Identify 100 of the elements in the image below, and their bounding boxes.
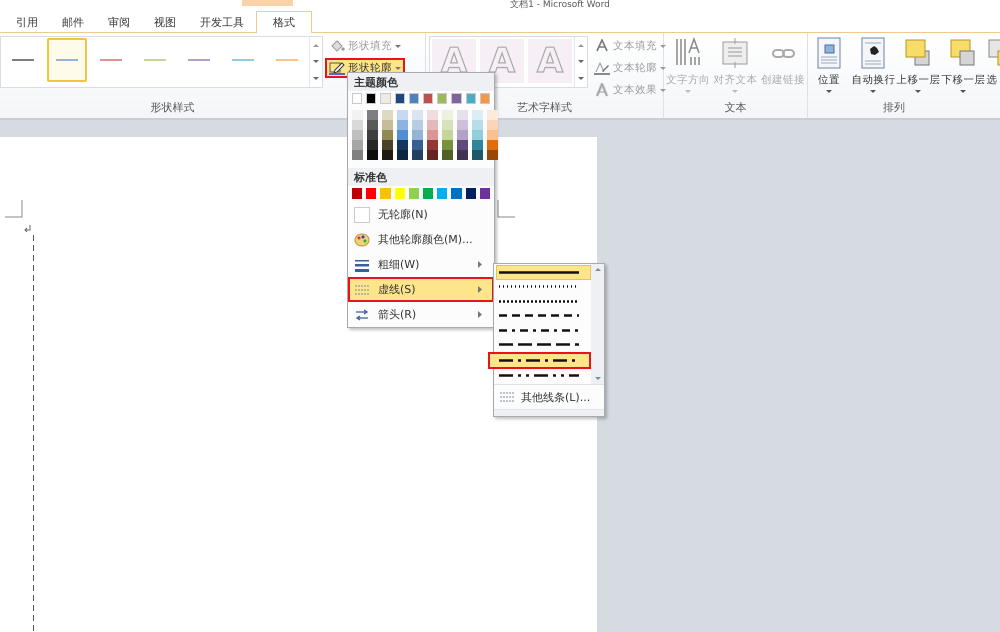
color-swatch[interactable] (472, 120, 483, 130)
color-swatch[interactable] (380, 188, 391, 199)
color-swatch[interactable] (442, 130, 453, 140)
color-swatch[interactable] (366, 93, 376, 104)
color-swatch[interactable] (466, 188, 476, 199)
ribbon-tab[interactable]: 视图 (142, 12, 188, 32)
color-swatch[interactable] (451, 93, 462, 104)
more-icon[interactable] (313, 77, 319, 80)
color-swatch[interactable] (367, 120, 378, 130)
ribbon-tab[interactable]: 格式 (256, 11, 312, 33)
scrollbar[interactable] (591, 264, 604, 384)
color-swatch[interactable] (472, 150, 483, 160)
color-swatch[interactable] (457, 140, 468, 150)
color-swatch[interactable] (487, 120, 498, 130)
color-swatch[interactable] (408, 188, 420, 199)
color-swatch[interactable] (408, 93, 420, 104)
dash-pattern-icon (499, 328, 579, 332)
more-icon[interactable] (578, 77, 584, 80)
color-swatch[interactable] (472, 130, 483, 140)
dash-style-option[interactable] (488, 352, 591, 368)
dash-style-option[interactable] (496, 265, 591, 280)
color-swatch[interactable] (352, 130, 363, 140)
color-swatch[interactable] (457, 120, 468, 130)
color-swatch[interactable] (442, 120, 453, 130)
color-swatch[interactable] (382, 140, 393, 150)
color-swatch[interactable] (382, 120, 393, 130)
resize-grip[interactable] (494, 409, 604, 416)
color-swatch[interactable] (412, 140, 423, 150)
color-swatch[interactable] (412, 150, 423, 160)
color-swatch[interactable] (397, 110, 408, 120)
color-swatch[interactable] (457, 110, 468, 120)
color-swatch[interactable] (397, 150, 408, 160)
color-swatch[interactable] (427, 130, 438, 140)
ribbon-tab[interactable]: 开发工具 (188, 12, 256, 32)
color-swatch[interactable] (394, 93, 405, 104)
scroll-down-icon[interactable] (313, 60, 319, 64)
scroll-up-icon[interactable] (578, 44, 584, 47)
color-swatch[interactable] (412, 120, 423, 130)
color-swatch[interactable] (352, 120, 363, 130)
pane-button[interactable]: 选 (986, 36, 1000, 87)
position-button[interactable]: 位置 (808, 36, 850, 93)
color-swatch[interactable] (466, 93, 476, 104)
menu-item[interactable]: 无轮廓(N) (348, 202, 494, 227)
color-swatch[interactable] (427, 120, 438, 130)
backward-button[interactable]: 下移一层 (941, 36, 986, 93)
color-swatch[interactable] (487, 130, 498, 140)
color-swatch[interactable] (480, 93, 490, 104)
color-swatch[interactable] (397, 130, 408, 140)
color-swatch[interactable] (367, 110, 378, 120)
ribbon-tab[interactable]: 审阅 (96, 12, 142, 32)
color-swatch[interactable] (472, 140, 483, 150)
color-swatch[interactable] (487, 150, 498, 160)
color-swatch[interactable] (352, 110, 363, 120)
color-swatch[interactable] (382, 150, 393, 160)
color-swatch[interactable] (437, 188, 448, 199)
color-swatch[interactable] (457, 130, 468, 140)
color-swatch[interactable] (487, 110, 498, 120)
color-swatch[interactable] (352, 140, 363, 150)
color-swatch[interactable] (412, 110, 423, 120)
color-swatch[interactable] (367, 140, 378, 150)
color-swatch[interactable] (423, 188, 434, 199)
color-swatch[interactable] (412, 130, 423, 140)
color-swatch[interactable] (352, 188, 362, 199)
scroll-up-icon[interactable] (313, 44, 319, 47)
color-swatch[interactable] (382, 110, 393, 120)
color-swatch[interactable] (352, 150, 363, 160)
color-swatch[interactable] (352, 93, 362, 104)
line-style-option[interactable] (47, 38, 87, 82)
forward-button[interactable]: 上移一层 (896, 36, 940, 93)
color-swatch[interactable] (442, 150, 453, 160)
color-swatch[interactable] (442, 140, 453, 150)
scroll-up-icon[interactable] (594, 268, 600, 271)
menu-item[interactable]: 粗细(W) (348, 252, 494, 277)
menu-item[interactable]: 箭头(R) (348, 302, 494, 327)
color-swatch[interactable] (423, 93, 434, 104)
color-swatch[interactable] (457, 150, 468, 160)
color-swatch[interactable] (437, 93, 448, 104)
color-swatch[interactable] (442, 110, 453, 120)
color-swatch[interactable] (397, 140, 408, 150)
menu-item[interactable]: 其他轮廓颜色(M)... (348, 227, 494, 252)
color-swatch[interactable] (367, 130, 378, 140)
color-swatch[interactable] (367, 150, 378, 160)
wrap-button[interactable]: 自动换行 (851, 36, 896, 93)
color-swatch[interactable] (382, 130, 393, 140)
scroll-down-icon[interactable] (594, 377, 600, 380)
scroll-down-icon[interactable] (578, 60, 584, 64)
color-swatch[interactable] (487, 140, 498, 150)
color-swatch[interactable] (427, 150, 438, 160)
ribbon-tab[interactable]: 邮件 (50, 12, 96, 32)
color-swatch[interactable] (366, 188, 376, 199)
color-swatch[interactable] (451, 188, 462, 199)
color-swatch[interactable] (480, 188, 490, 199)
color-swatch[interactable] (394, 188, 405, 199)
color-swatch[interactable] (397, 120, 408, 130)
color-swatch[interactable] (427, 140, 438, 150)
menu-item[interactable]: 虚线(S) (348, 277, 494, 302)
ribbon-tab[interactable]: 引用 (4, 12, 50, 32)
color-swatch[interactable] (472, 110, 483, 120)
color-swatch[interactable] (427, 110, 438, 120)
color-swatch[interactable] (380, 93, 391, 104)
